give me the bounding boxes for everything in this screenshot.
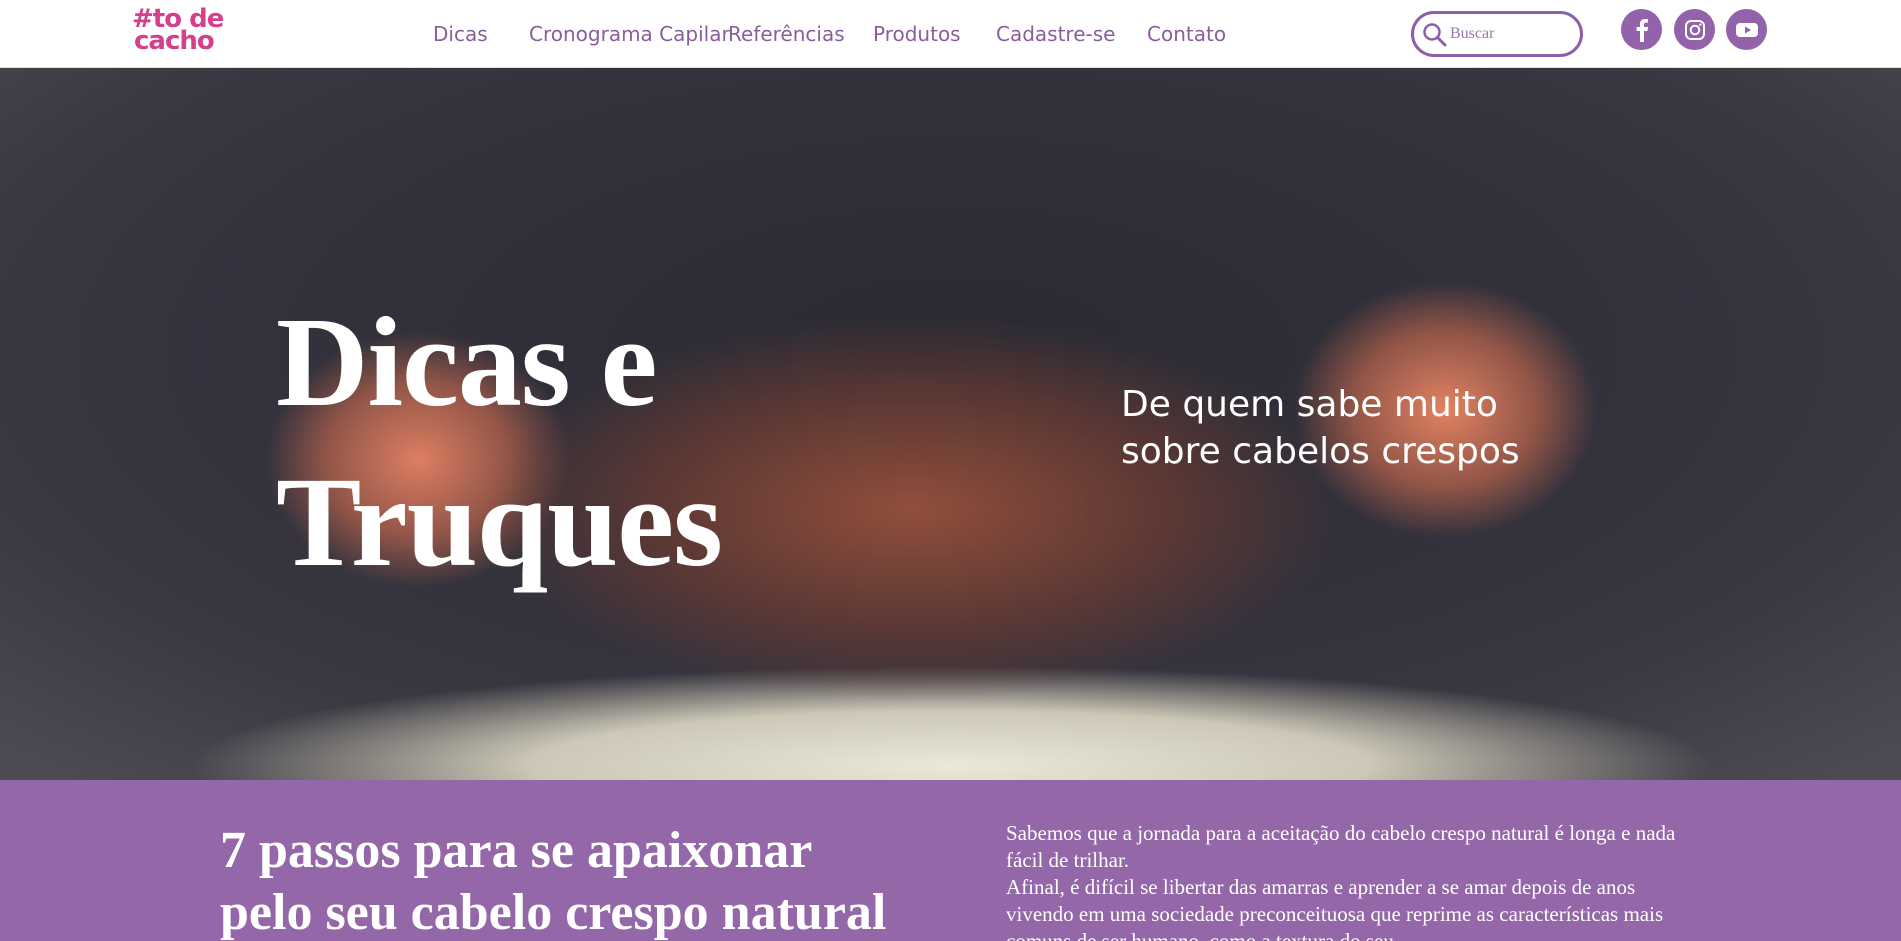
article-title-line-1: 7 passos para se apaixonar	[220, 822, 813, 879]
article-section: 7 passos para se apaixonar pelo seu cabe…	[0, 780, 1901, 941]
nav-produtos[interactable]: Produtos	[873, 22, 961, 46]
hero-subtitle-line-1: De quem sabe muito	[1121, 384, 1498, 425]
nav-dicas[interactable]: Dicas	[433, 22, 488, 46]
article-paragraph-2: Afinal, é difícil se libertar das amarra…	[1006, 875, 1664, 941]
facebook-icon	[1636, 18, 1648, 42]
nav-cronograma-capilar[interactable]: Cronograma Capilar	[529, 22, 730, 46]
hero-subtitle: De quem sabe muito sobre cabelos crespos	[1121, 381, 1581, 475]
youtube-icon	[1735, 22, 1758, 37]
hero-title-line-1: Dicas e	[276, 291, 657, 433]
nav-contato[interactable]: Contato	[1147, 22, 1226, 46]
main-nav: Dicas Cronograma Capilar Referências Pro…	[0, 0, 1901, 68]
search-input[interactable]	[1450, 23, 1576, 45]
article-title[interactable]: 7 passos para se apaixonar pelo seu cabe…	[220, 820, 980, 941]
hero-subtitle-line-2: sobre cabelos crespos	[1121, 431, 1520, 472]
youtube-link[interactable]	[1726, 9, 1767, 50]
nav-referencias[interactable]: Referências	[728, 22, 845, 46]
article-body: Sabemos que a jornada para a aceitação d…	[1006, 820, 1696, 941]
hero-banner: Dicas e Truques De quem sabe muito sobre…	[0, 68, 1901, 780]
article-paragraph-1: Sabemos que a jornada para a aceitação d…	[1006, 821, 1676, 872]
hero-title-line-2: Truques	[276, 451, 723, 593]
instagram-icon	[1684, 19, 1705, 40]
article-title-line-2: pelo seu cabelo crespo natural	[220, 884, 887, 941]
nav-cadastre-se[interactable]: Cadastre-se	[996, 22, 1115, 46]
search-box[interactable]	[1411, 11, 1583, 57]
hero-title: Dicas e Truques	[276, 282, 796, 602]
search-icon	[1423, 23, 1447, 47]
instagram-link[interactable]	[1674, 9, 1715, 50]
facebook-link[interactable]	[1621, 9, 1662, 50]
site-header: #to de cacho Dicas Cronograma Capilar Re…	[0, 0, 1901, 68]
